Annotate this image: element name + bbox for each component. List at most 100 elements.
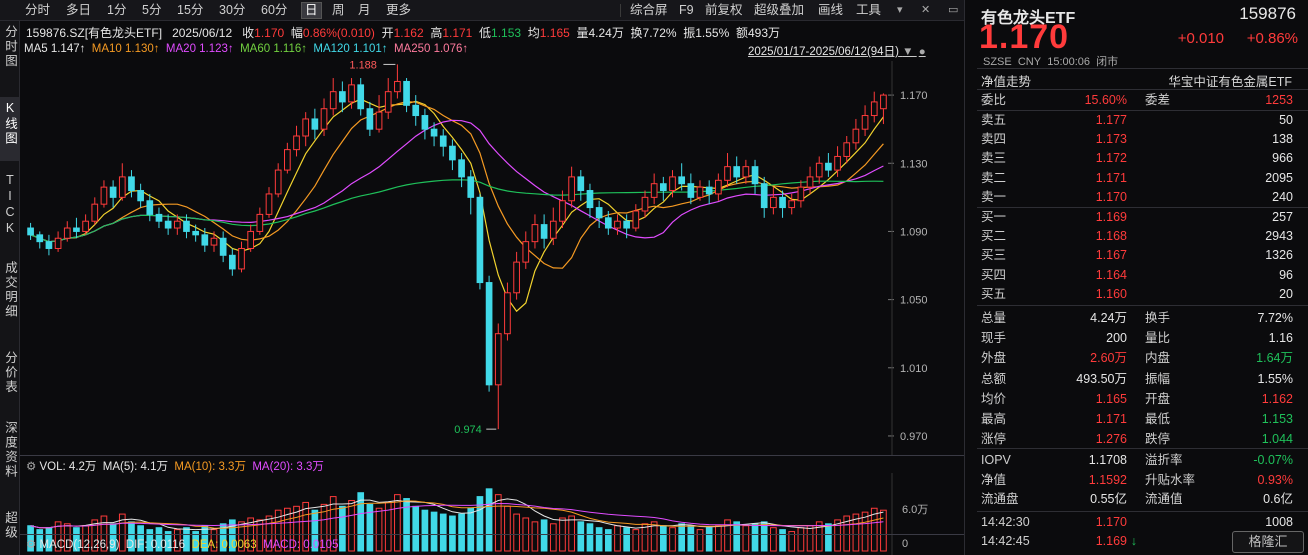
candle-body [45,241,53,249]
candle-body [458,159,465,178]
chevron-down-icon[interactable]: ▾ [894,2,906,19]
low-annotation: 0.974 [454,424,482,436]
candle [485,275,493,392]
candle [384,78,392,119]
candle-body [320,108,328,130]
candle-body [137,190,144,202]
candle-body [118,176,126,198]
period-week[interactable]: 周 [329,2,348,19]
tool-forward-adjust[interactable]: 前复权 [702,2,746,19]
volume-bar [770,527,777,552]
side-tab-depth[interactable]: 深度资料 [0,421,20,479]
candle-body [173,220,181,229]
period-60min[interactable]: 60分 [258,2,290,19]
tool-f9[interactable]: F9 [676,2,697,19]
candle [302,112,310,147]
candle [366,101,374,136]
candle [760,176,768,218]
volume-bar [458,513,465,552]
candle-body [687,183,695,198]
candle-body [284,149,291,171]
ask-row: 卖四 1.173 138 [981,132,1293,147]
divider [977,68,1308,69]
candle-body [36,234,44,243]
ask-row: 卖一 1.170 240 [981,189,1293,204]
circle-icon[interactable]: ● [919,46,926,58]
candle-body [614,220,621,229]
candle [641,190,649,218]
period-30min[interactable]: 30分 [216,2,248,19]
candle [375,95,383,133]
candle-body [513,261,520,294]
candle [137,183,144,208]
volume-bar [375,507,383,552]
price-axis-label: 1.090 [900,226,928,238]
ma60-legend: MA60 1.116↑ [240,43,307,55]
tool-tools[interactable]: 工具 [853,2,884,19]
arrow-down-icon: ↓ [1130,534,1137,548]
candle-body [109,186,117,198]
ma20-legend: MA20 1.123↑ [165,43,234,55]
volume-bar [806,525,814,552]
candlestick-chart[interactable]: 1.170 1.130 1.090 1.050 1.010 0.970 1.188 0.9… [20,61,964,456]
date-range[interactable]: 2025/01/17-2025/06/12(94日) ▼ ● [748,43,926,59]
stat-row: 总额 493.50万 振幅 1.55% [981,371,1293,386]
candle-body [568,176,575,202]
period-1min[interactable]: 1分 [104,2,129,19]
candle-body [522,241,530,263]
vol-axis-top: 6.0万 [902,504,928,516]
period-day[interactable]: 日 [301,2,322,19]
side-tab-intraday[interactable]: 分时图 [0,25,20,69]
candle [696,180,704,201]
quote-panel: 有色龙头ETF 159876 1.170 +0.010 +0.86% SZSE … [964,0,1308,555]
close-icon[interactable]: ✕ [918,2,933,19]
volume-bar [614,525,621,552]
period-intraday[interactable]: 分时 [22,2,53,19]
close-value: 1.170 [254,26,285,40]
candle-body [632,210,640,229]
candle-body [806,176,814,188]
amplitude-value: 1.55% [695,26,730,40]
volume-bar [678,523,686,552]
candle [238,241,245,273]
vol-value: 4.24万 [588,26,624,40]
period-more[interactable]: 更多 [383,2,414,19]
nav-trend-tab[interactable]: 净值走势 [981,71,1031,90]
window-control-icon[interactable]: ▭ [945,2,961,19]
candle-body [403,80,410,106]
candle [210,231,218,252]
ask-row: 卖二 1.171 2095 [981,170,1293,185]
tool-draw[interactable]: 画线 [815,2,846,19]
volume-bar [715,525,722,552]
tool-overlay[interactable]: 超级叠加 [751,2,807,19]
candle [513,251,520,300]
side-tab-trade-detail[interactable]: 成交明细 [0,261,20,319]
period-15min[interactable]: 15分 [174,2,206,19]
volume-bar [430,511,438,552]
security-name: 159876.SZ[有色龙头ETF] [26,26,163,40]
tick-row: 14:42:45 1.169 ↓ [977,532,1307,551]
settings-icon[interactable]: ⚙ [26,539,36,551]
candle-body [724,166,731,181]
candle [687,173,695,205]
side-tab-price-table[interactable]: 分价表 [0,351,20,395]
period-multiday[interactable]: 多日 [63,2,94,19]
side-tab-tick[interactable]: TICK [0,173,20,237]
period-5min[interactable]: 5分 [139,2,164,19]
candle-body [82,220,89,232]
price-axis-label: 1.130 [900,158,928,170]
side-tab-kline[interactable]: K线图 [0,97,20,161]
candle-body [339,91,346,103]
period-month[interactable]: 月 [355,2,374,19]
settings-icon[interactable]: ⚙ [26,461,36,473]
volume-bar [577,521,585,552]
candle [577,170,585,201]
tool-composite-screen[interactable]: 综合屏 [627,2,671,19]
bid-row: 买二 1.168 2943 [981,229,1293,244]
candle-body [228,254,236,270]
candle [549,207,557,246]
side-tab-super[interactable]: 超级 [0,511,20,540]
candle-body [880,94,887,110]
kline-chart-area[interactable]: 159876.SZ[有色龙头ETF] 2025/06/12 收1.170 幅0.… [20,21,964,555]
triangle-down-icon[interactable]: ▼ [902,46,913,58]
